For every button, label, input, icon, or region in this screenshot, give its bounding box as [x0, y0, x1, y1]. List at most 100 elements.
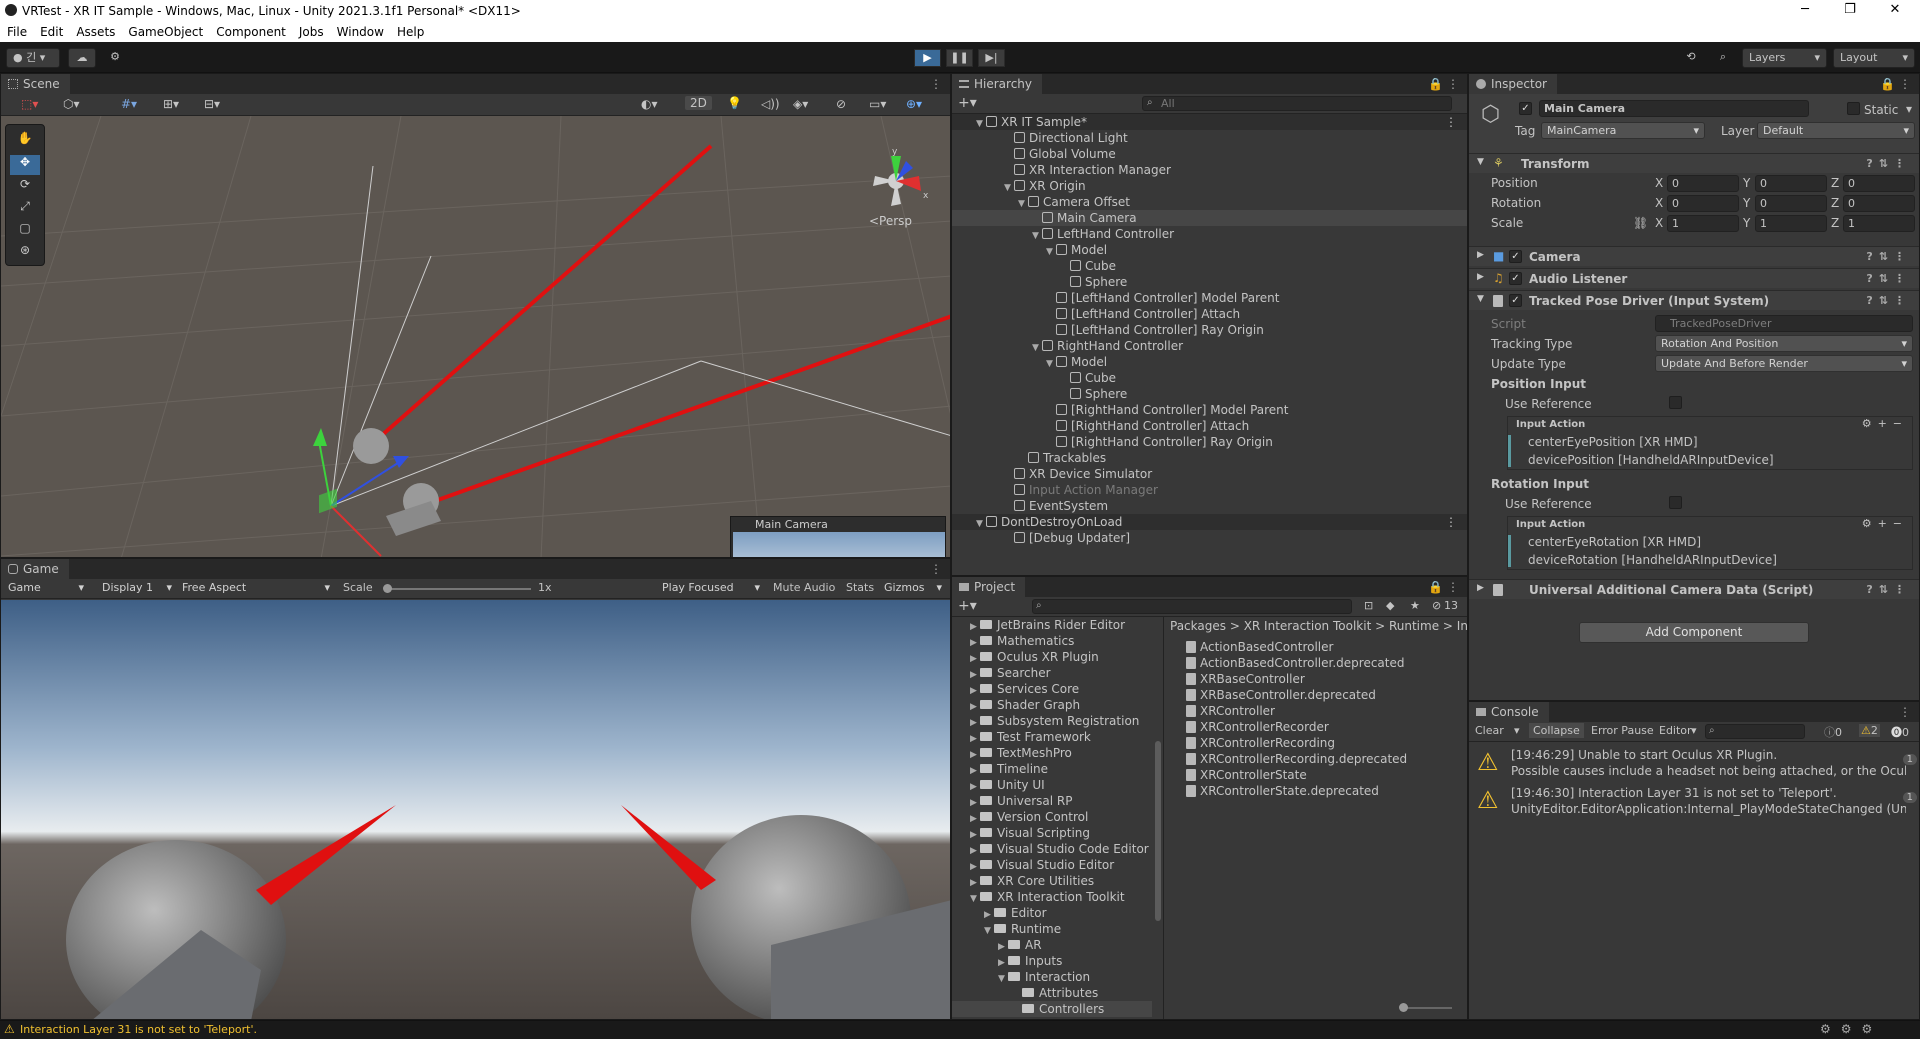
transform-x-field[interactable]: 0 — [1667, 195, 1739, 212]
folder-item[interactable]: ▶ AR — [952, 937, 1152, 953]
file-item[interactable]: ActionBasedController.deprecated — [1170, 655, 1405, 671]
info-filter-toggle[interactable]: ⓘ0 — [1824, 724, 1842, 740]
collapse-button[interactable]: Collapse — [1529, 723, 1584, 738]
camera-header[interactable]: ▶ ■ ✓ Camera ?⇅⋮ — [1469, 246, 1919, 266]
tab-console[interactable]: Console — [1469, 702, 1549, 722]
hierarchy-item[interactable]: Main Camera — [952, 210, 1467, 226]
pause-button[interactable]: ❚❚ — [946, 49, 973, 67]
folder-item[interactable]: ▶ Visual Scripting — [952, 825, 1152, 841]
mute-audio-button[interactable]: Mute Audio — [773, 581, 835, 594]
status-message[interactable]: Interaction Layer 31 is not set to 'Tele… — [20, 1023, 257, 1036]
folder-item[interactable]: Controllers — [952, 1001, 1152, 1017]
component-menu-icons[interactable]: ?⇅⋮ — [1866, 272, 1911, 285]
menu-gameobject[interactable]: GameObject — [121, 22, 209, 39]
project-search-input[interactable] — [1032, 599, 1352, 614]
audio-icon[interactable]: ◁)) — [761, 97, 780, 111]
display-mode-dropdown[interactable]: Game — [3, 580, 89, 597]
more-icon[interactable]: ⋮ — [930, 562, 942, 576]
folder-item[interactable]: Attributes — [952, 985, 1152, 1001]
more-icon[interactable]: ⋮ — [1899, 77, 1911, 91]
file-item[interactable]: XRControllerState.deprecated — [1170, 783, 1379, 799]
lock-icon[interactable]: 🔒 — [1880, 77, 1895, 91]
more-icon[interactable]: ⋮ — [1447, 77, 1459, 91]
camera-settings-icon[interactable]: ▭▾ — [869, 97, 886, 111]
folder-item[interactable]: ▶ JetBrains Rider Editor — [952, 617, 1152, 633]
editor-dropdown[interactable]: Editor — [1659, 724, 1692, 737]
object-name-input[interactable]: Main Camera — [1539, 100, 1809, 117]
component-menu-icons[interactable]: ?⇅⋮ — [1866, 583, 1911, 596]
chevron-down-icon[interactable]: ▾ — [1691, 724, 1697, 737]
error-filter-toggle[interactable]: ⓿0 — [1891, 724, 1909, 740]
hierarchy-item[interactable]: Sphere — [952, 274, 1467, 290]
close-button[interactable]: ✕ — [1880, 2, 1910, 17]
status-icons[interactable]: ⚙⚙⚙ — [1820, 1022, 1882, 1036]
folder-item[interactable]: ▶ Unity UI — [952, 777, 1152, 793]
file-item[interactable]: XRControllerState — [1170, 767, 1307, 783]
hidden-objects-icon[interactable]: ⊘ — [836, 97, 846, 111]
hierarchy-item[interactable]: Cube — [952, 258, 1467, 274]
tab-project[interactable]: Project — [952, 577, 1026, 597]
folder-item[interactable]: ▶ Version Control — [952, 809, 1152, 825]
transform-y-field[interactable]: 1 — [1755, 215, 1827, 232]
layout-dropdown[interactable]: Layout ▾ — [1833, 48, 1915, 68]
transform-x-field[interactable]: 0 — [1667, 175, 1739, 192]
scene-viewport[interactable]: y x — [1, 116, 951, 558]
hierarchy-item[interactable]: [LeftHand Controller] Ray Origin — [952, 322, 1467, 338]
cloud-button[interactable]: ☁ — [68, 48, 96, 68]
hierarchy-search-input[interactable]: All — [1142, 96, 1452, 111]
component-menu-icons[interactable]: ?⇅⋮ — [1866, 157, 1911, 170]
scale-slider[interactable] — [383, 584, 531, 593]
folder-item[interactable]: ▶ Visual Studio Editor — [952, 857, 1152, 873]
hierarchy-item[interactable]: Trackables — [952, 450, 1467, 466]
tpd-header[interactable]: ▼ ✓ Tracked Pose Driver (Input System) ?… — [1469, 290, 1919, 310]
more-icon[interactable]: ⋮ — [1899, 705, 1911, 719]
action-menu-icons[interactable]: ⚙+− — [1862, 517, 1908, 530]
folder-item[interactable]: ▼ Runtime — [952, 921, 1152, 937]
folder-item[interactable]: ▶ Test Framework — [952, 729, 1152, 745]
move-tool-icon[interactable]: ✥ — [10, 155, 40, 175]
add-component-button[interactable]: Add Component — [1579, 622, 1809, 643]
hierarchy-item[interactable]: ▼ Model — [952, 354, 1467, 370]
layer-dropdown[interactable]: Default — [1757, 122, 1915, 139]
transform-y-field[interactable]: 0 — [1755, 195, 1827, 212]
hierarchy-item[interactable]: ▼ XR IT Sample* ⋮ — [952, 114, 1467, 130]
shading-icon[interactable]: ⬡▾ — [63, 97, 80, 111]
folder-item[interactable]: ▶ Services Core — [952, 681, 1152, 697]
file-item[interactable]: XRBaseController — [1170, 671, 1305, 687]
menu-file[interactable]: File — [0, 22, 33, 39]
grid-snap-icon[interactable]: #▾ — [121, 97, 137, 111]
search-button[interactable]: ⌕ — [1712, 48, 1734, 68]
chevron-down-icon[interactable]: ▾ — [1514, 724, 1520, 737]
hierarchy-item[interactable]: XR Interaction Manager — [952, 162, 1467, 178]
warning-filter-toggle[interactable]: ⚠2 — [1859, 724, 1880, 737]
binding-label[interactable]: deviceRotation [HandheldARInputDevice] — [1528, 553, 1777, 567]
filter-type-icon[interactable]: ⊡ — [1364, 599, 1373, 612]
account-button[interactable]: ● 긴 ▾ — [6, 48, 60, 68]
folder-item[interactable]: ▶ Inputs — [952, 953, 1152, 969]
folder-item[interactable]: ▶ Subsystem Registration — [952, 713, 1152, 729]
transform-z-field[interactable]: 0 — [1843, 175, 1915, 192]
folder-item[interactable]: ▶ Mathematics — [952, 633, 1152, 649]
layers-dropdown[interactable]: Layers ▾ — [1742, 48, 1827, 68]
hierarchy-item[interactable]: [Debug Updater] — [952, 530, 1467, 546]
hierarchy-item[interactable]: Sphere — [952, 386, 1467, 402]
hierarchy-item[interactable]: EventSystem — [952, 498, 1467, 514]
tpd-enabled-checkbox[interactable]: ✓ — [1509, 294, 1522, 307]
clear-button[interactable]: Clear — [1475, 724, 1504, 737]
lock-icon[interactable]: 🔒 — [1428, 77, 1443, 91]
step-button[interactable]: ▶| — [978, 49, 1005, 67]
file-item[interactable]: ActionBasedController — [1170, 639, 1333, 655]
more-icon[interactable]: ⋮ — [930, 77, 942, 91]
hierarchy-item[interactable]: XR Device Simulator — [952, 466, 1467, 482]
transform-x-field[interactable]: 1 — [1667, 215, 1739, 232]
folder-item[interactable]: ▶ Oculus XR Plugin — [952, 649, 1152, 665]
breadcrumb-item[interactable]: XR Interaction Toolkit — [1244, 619, 1372, 633]
tag-dropdown[interactable]: MainCamera — [1541, 122, 1705, 139]
menu-edit[interactable]: Edit — [33, 22, 69, 39]
icon-size-slider-thumb[interactable] — [1399, 1003, 1408, 1012]
lighting-icon[interactable]: 💡 — [727, 96, 742, 110]
uacd-header[interactable]: ▶ Universal Additional Camera Data (Scri… — [1469, 579, 1919, 599]
hierarchy-item[interactable]: ▼ Camera Offset — [952, 194, 1467, 210]
hierarchy-item[interactable]: [RightHand Controller] Ray Origin — [952, 434, 1467, 450]
binding-label[interactable]: devicePosition [HandheldARInputDevice] — [1528, 453, 1774, 467]
